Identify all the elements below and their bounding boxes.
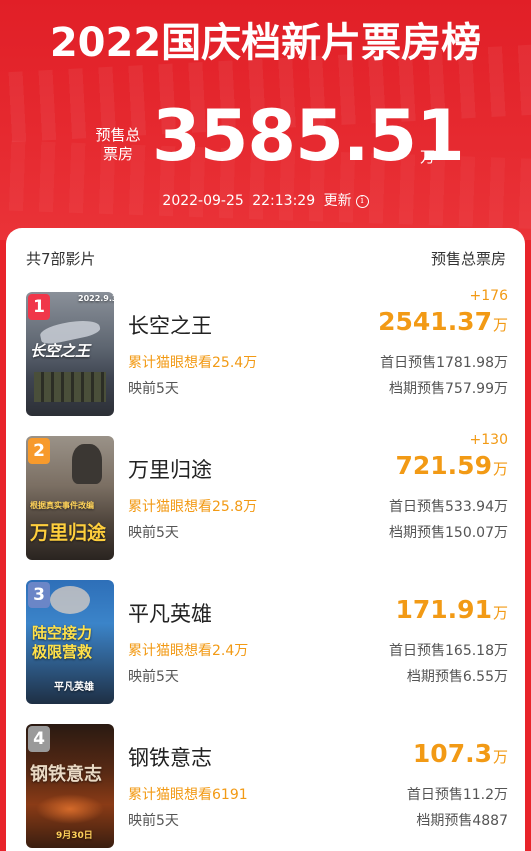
update-label: 更新	[323, 193, 352, 209]
days-before-release: 映前5天	[128, 381, 179, 397]
period-presale: 档期预售757.99万	[389, 381, 508, 397]
list-item[interactable]: 根据真实事件改编 万里归途 2 万里归途 累计猫眼想看25.8万 映前5天 +1…	[26, 432, 509, 562]
list-item[interactable]: 钢铁意志 9月30日 4 钢铁意志 累计猫眼想看6191 映前5天 107.3万…	[26, 724, 508, 850]
presale-total-value: 3585.51	[152, 95, 465, 177]
want-to-see-count: 累计猫眼想看2.4万	[128, 643, 249, 659]
update-row: 2022-09-25 22:13:29 更新 i	[0, 190, 531, 210]
first-day-presale: 首日预售11.2万	[406, 787, 508, 803]
movie-title[interactable]: 长空之王	[128, 310, 212, 340]
movie-title[interactable]: 平凡英雄	[128, 598, 212, 628]
period-presale: 档期预售150.07万	[389, 525, 508, 541]
rank-badge: 3	[28, 582, 50, 608]
presale-total: 107.3万	[412, 739, 508, 768]
presale-total: 721.59万	[395, 451, 509, 480]
first-day-presale: 首日预售533.94万	[389, 499, 508, 515]
update-time: 22:13:29	[252, 193, 316, 209]
presale-unit: 万	[420, 148, 436, 166]
list-item[interactable]: 陆空接力 极限营救 平凡英雄 3 平凡英雄 累计猫眼想看2.4万 映前5天 17…	[26, 580, 508, 706]
want-to-see-count: 累计猫眼想看25.8万	[128, 499, 258, 515]
want-to-see-count: 累计猫眼想看25.4万	[128, 355, 258, 371]
movie-title[interactable]: 钢铁意志	[128, 742, 212, 772]
page-title: 2022国庆档新片票房榜	[49, 20, 482, 66]
presale-total: 171.91万	[395, 595, 509, 624]
want-to-see-count: 累计猫眼想看6191	[128, 787, 248, 803]
delta-value: +130	[469, 432, 508, 448]
movie-poster[interactable]: 长空之王 2022.9.30 1	[26, 292, 114, 416]
rank-badge: 4	[28, 726, 50, 752]
info-icon[interactable]: i	[355, 194, 369, 208]
presale-label: 预售总 票房	[95, 126, 141, 163]
days-before-release: 映前5天	[128, 669, 179, 685]
period-presale: 档期预售6.55万	[406, 669, 508, 685]
column-label: 预售总票房	[430, 250, 506, 268]
first-day-presale: 首日预售1781.98万	[380, 355, 508, 371]
list-header: 共7部影片 预售总票房	[26, 248, 506, 270]
film-count: 共7部影片	[26, 250, 96, 268]
header-banner: 2022国庆档新片票房榜 预售总 票房 3585.51 万 2022-09-25…	[0, 0, 531, 240]
rank-badge: 2	[28, 438, 50, 464]
rank-badge: 1	[28, 294, 50, 320]
list-item[interactable]: 长空之王 2022.9.30 1 长空之王 累计猫眼想看25.4万 映前5天 +…	[26, 288, 508, 418]
first-day-presale: 首日预售165.18万	[389, 643, 508, 659]
movie-poster[interactable]: 陆空接力 极限营救 平凡英雄 3	[26, 580, 114, 704]
movie-poster[interactable]: 根据真实事件改编 万里归途 2	[26, 436, 114, 560]
update-date: 2022-09-25	[162, 193, 244, 209]
delta-value: +176	[469, 288, 508, 304]
movie-title[interactable]: 万里归途	[128, 454, 212, 484]
presale-total: 2541.37万	[378, 307, 508, 336]
period-presale: 档期预售4887	[416, 813, 508, 829]
box-office-list: 共7部影片 预售总票房 长空之王 2022.9.30 1 长空之王 累计猫眼想看…	[6, 228, 525, 851]
days-before-release: 映前5天	[128, 525, 179, 541]
movie-poster[interactable]: 钢铁意志 9月30日 4	[26, 724, 114, 848]
days-before-release: 映前5天	[128, 813, 179, 829]
